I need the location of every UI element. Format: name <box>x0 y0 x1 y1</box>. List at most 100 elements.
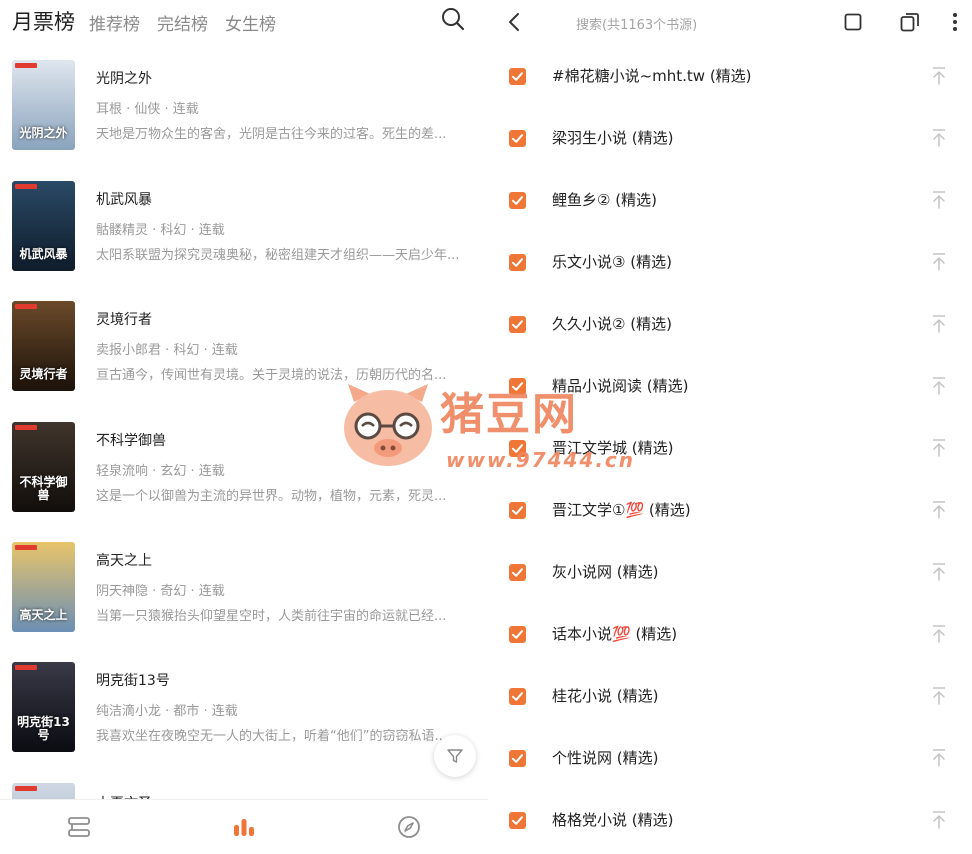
source-checkbox[interactable] <box>509 192 526 209</box>
book-meta: 轻泉流响 · 玄幻 · 连载 <box>96 464 225 479</box>
cover-badge <box>15 63 37 68</box>
source-name: 鲤鱼乡② (精选) <box>552 191 657 209</box>
source-checkbox[interactable] <box>509 378 526 395</box>
source-name: 梁羽生小说 (精选) <box>552 129 674 147</box>
source-row[interactable]: 话本小说💯 (精选) <box>490 624 972 688</box>
ranking-panel: 月票榜 推荐榜 完结榜 女生榜 光阴之外 光阴之外 耳根 · 仙侠 · 连载 天地是万… <box>0 0 488 854</box>
book-item[interactable]: 明克街13号 明克街13号 纯洁滴小龙 · 都市 · 连载 我喜欢坐在夜晚空无一人的大… <box>0 662 488 772</box>
cover-badge <box>15 184 37 189</box>
move-to-top-icon[interactable] <box>930 314 948 334</box>
cover-badge <box>15 665 37 670</box>
source-checkbox[interactable] <box>509 688 526 705</box>
checkmark-icon <box>512 196 523 205</box>
book-title: 灵境行者 <box>96 312 152 328</box>
source-row[interactable]: 晋江文学城 (精选) <box>490 438 972 502</box>
move-to-top-icon[interactable] <box>930 376 948 396</box>
book-item[interactable]: 机武风暴 机武风暴 骷髅精灵 · 科幻 · 连载 太阳系联盟为探究灵魂奥秘，秘密组建天… <box>0 181 488 291</box>
checkmark-icon <box>512 568 523 577</box>
tab-monthly-ticket[interactable]: 月票榜 <box>12 6 75 36</box>
source-row[interactable]: 个性说网 (精选) <box>490 748 972 812</box>
source-checkbox[interactable] <box>509 750 526 767</box>
ranking-tab-bar: 月票榜 推荐榜 完结榜 女生榜 <box>0 0 488 44</box>
invert-selection-icon[interactable] <box>900 12 920 32</box>
source-name: 晋江文学①💯 (精选) <box>552 501 691 519</box>
source-checkbox[interactable] <box>509 440 526 457</box>
source-checkbox[interactable] <box>509 564 526 581</box>
checkmark-icon <box>512 320 523 329</box>
move-to-top-icon[interactable] <box>930 252 948 272</box>
move-to-top-icon[interactable] <box>930 562 948 582</box>
search-icon[interactable] <box>440 6 466 32</box>
cover-title: 机武风暴 <box>19 247 68 261</box>
checkmark-icon <box>512 630 523 639</box>
source-checkbox[interactable] <box>509 68 526 85</box>
book-item[interactable]: 灵境行者 灵境行者 卖报小郎君 · 科幻 · 连载 亘古通今，传闻世有灵境。关于灵境的… <box>0 301 488 411</box>
checkmark-icon <box>512 754 523 763</box>
book-item[interactable]: 不科学御兽 不科学御兽 轻泉流响 · 玄幻 · 连载 这是一个以御兽为主流的异世界。动… <box>0 422 488 532</box>
ranking-icon[interactable] <box>231 814 257 840</box>
move-to-top-icon[interactable] <box>930 66 948 86</box>
discover-icon[interactable] <box>396 814 422 840</box>
move-to-top-icon[interactable] <box>930 686 948 706</box>
bookshelf-icon[interactable] <box>66 814 92 840</box>
source-name: 灰小说网 (精选) <box>552 563 659 581</box>
checkmark-icon <box>512 134 523 143</box>
move-to-top-icon[interactable] <box>930 500 948 520</box>
checkmark-icon <box>512 382 523 391</box>
more-options-icon[interactable] <box>950 11 960 33</box>
book-title: 光阴之外 <box>96 71 152 87</box>
book-title: 不科学御兽 <box>96 433 166 449</box>
book-title: 高天之上 <box>96 553 152 569</box>
move-to-top-icon[interactable] <box>930 128 948 148</box>
book-meta: 纯洁滴小龙 · 都市 · 连载 <box>96 704 238 719</box>
source-row[interactable]: 鲤鱼乡② (精选) <box>490 190 972 254</box>
source-row[interactable]: #棉花糖小说~mht.tw (精选) <box>490 66 972 130</box>
source-row[interactable]: 精品小说阅读 (精选) <box>490 376 972 440</box>
source-checkbox[interactable] <box>509 626 526 643</box>
source-checkbox[interactable] <box>509 812 526 829</box>
filter-button[interactable] <box>434 735 476 777</box>
book-description: 太阳系联盟为探究灵魂奥秘，秘密组建天才组织——天启少年... <box>96 248 460 263</box>
book-description: 我喜欢坐在夜晚空无一人的大街上，听着“他们”的窃窃私语... <box>96 729 447 744</box>
book-item[interactable]: 光阴之外 光阴之外 耳根 · 仙侠 · 连载 天地是万物众生的客舍，光阴是古往今来的过… <box>0 60 488 170</box>
source-checkbox[interactable] <box>509 502 526 519</box>
source-name: 晋江文学城 (精选) <box>552 439 674 457</box>
source-row[interactable]: 格格党小说 (精选) <box>490 810 972 854</box>
move-to-top-icon[interactable] <box>930 810 948 830</box>
tab-recommend[interactable]: 推荐榜 <box>89 10 140 35</box>
book-description: 亘古通今，传闻世有灵境。关于灵境的说法，历朝历代的名... <box>96 368 447 383</box>
bottom-navigation <box>0 799 488 854</box>
source-checkbox[interactable] <box>509 316 526 333</box>
move-to-top-icon[interactable] <box>930 190 948 210</box>
source-row[interactable]: 灰小说网 (精选) <box>490 562 972 626</box>
tab-female[interactable]: 女生榜 <box>225 10 276 35</box>
source-checkbox[interactable] <box>509 254 526 271</box>
source-name: 桂花小说 (精选) <box>552 687 659 705</box>
book-meta: 卖报小郎君 · 科幻 · 连载 <box>96 343 238 358</box>
source-row[interactable]: 久久小说② (精选) <box>490 314 972 378</box>
book-cover: 明克街13号 <box>12 662 75 752</box>
move-to-top-icon[interactable] <box>930 748 948 768</box>
checkmark-icon <box>512 506 523 515</box>
cover-badge <box>15 545 37 550</box>
source-name: 精品小说阅读 (精选) <box>552 377 689 395</box>
source-row[interactable]: 乐文小说③ (精选) <box>490 252 972 316</box>
source-row[interactable]: 晋江文学①💯 (精选) <box>490 500 972 564</box>
move-to-top-icon[interactable] <box>930 624 948 644</box>
source-row[interactable]: 桂花小说 (精选) <box>490 686 972 750</box>
tab-completed[interactable]: 完结榜 <box>157 10 208 35</box>
source-row[interactable]: 梁羽生小说 (精选) <box>490 128 972 192</box>
source-name: #棉花糖小说~mht.tw (精选) <box>552 67 752 85</box>
source-name: 个性说网 (精选) <box>552 749 659 767</box>
move-to-top-icon[interactable] <box>930 438 948 458</box>
source-search-input[interactable]: 搜索(共1163个书源) <box>576 14 697 33</box>
checkmark-icon <box>512 692 523 701</box>
checkmark-icon <box>512 258 523 267</box>
source-name: 格格党小说 (精选) <box>552 811 674 829</box>
select-all-icon[interactable] <box>844 13 862 31</box>
book-item[interactable]: 高天之上 高天之上 阴天神隐 · 奇幻 · 连载 当第一只猿猴抬头仰望星空时，人类前往… <box>0 542 488 652</box>
cover-title: 光阴之外 <box>19 126 68 140</box>
back-arrow-icon[interactable] <box>504 10 524 34</box>
book-source-panel: 搜索(共1163个书源) #棉花糖小说~mht.tw (精选) 梁羽生小说 (精选… <box>490 0 972 854</box>
source-checkbox[interactable] <box>509 130 526 147</box>
